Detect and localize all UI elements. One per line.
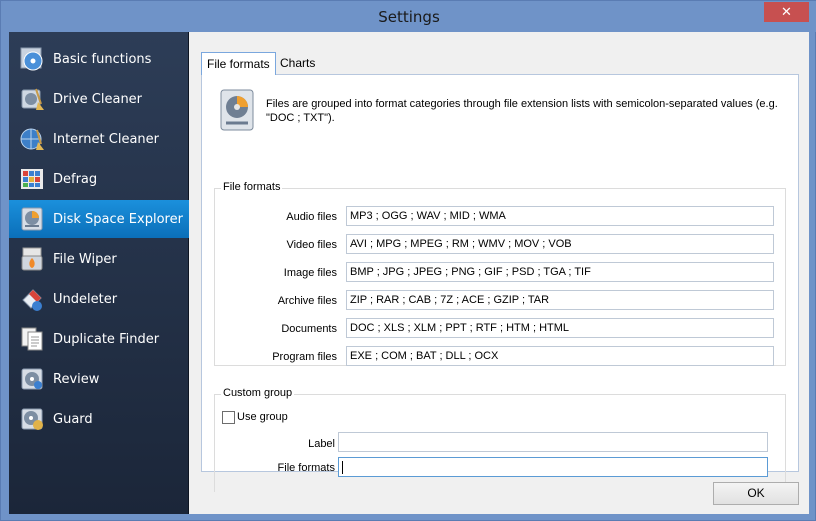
program-files-field[interactable]: EXE ; COM ; BAT ; DLL ; OCX	[346, 346, 774, 366]
sidebar-item-label: File Wiper	[53, 251, 117, 267]
disk-chart-icon	[19, 206, 45, 232]
program-files-label: Program files	[272, 351, 337, 363]
custom-formats-input[interactable]	[338, 457, 768, 477]
ok-button[interactable]: OK	[713, 482, 799, 505]
tab-charts[interactable]: Charts	[275, 52, 320, 74]
settings-window: Settings ✕ Basic functions Drive Cleaner…	[0, 0, 816, 521]
custom-label-input[interactable]	[338, 432, 768, 452]
window-title: Settings	[378, 8, 440, 26]
text-cursor	[342, 460, 343, 474]
sidebar-item-label: Guard	[53, 411, 93, 427]
sidebar-item-internet-cleaner[interactable]: Internet Cleaner	[9, 120, 189, 158]
sidebar-item-review[interactable]: Review	[9, 360, 189, 398]
settings-content: File formats Charts Files are grouped in…	[189, 32, 809, 514]
broom-drive-icon	[19, 86, 45, 112]
label-field-label: Label	[308, 438, 335, 450]
title-bar: Settings ✕	[1, 1, 816, 32]
duplicate-docs-icon	[19, 326, 45, 352]
sidebar-item-guard[interactable]: Guard	[9, 400, 189, 438]
image-files-label: Image files	[283, 267, 337, 279]
use-group-label: Use group	[237, 411, 288, 423]
disc-icon	[19, 46, 45, 72]
documents-field[interactable]: DOC ; XLS ; XLM ; PPT ; RTF ; HTM ; HTML	[346, 318, 774, 338]
file-formats-field-label: File formats	[277, 462, 335, 474]
disk-space-icon	[220, 89, 254, 131]
sidebar-item-label: Undeleter	[53, 291, 118, 307]
sidebar-item-undeleter[interactable]: Undeleter	[9, 280, 189, 318]
sidebar-item-label: Basic functions	[53, 51, 152, 67]
sidebar-item-defrag[interactable]: Defrag	[9, 160, 189, 198]
file-formats-group: File formats Audio files MP3 ; OGG ; WAV…	[214, 181, 786, 366]
sidebar-item-duplicate-finder[interactable]: Duplicate Finder	[9, 320, 189, 358]
file-formats-panel: Files are grouped into format categories…	[201, 74, 799, 492]
eraser-icon	[19, 286, 45, 312]
audio-files-field[interactable]: MP3 ; OGG ; WAV ; MID ; WMA	[346, 206, 774, 226]
group-title: File formats	[221, 181, 283, 193]
tab-file-formats[interactable]: File formats	[201, 52, 276, 75]
archive-files-label: Archive files	[277, 295, 337, 307]
archive-files-field[interactable]: ZIP ; RAR ; CAB ; 7Z ; ACE ; GZIP ; TAR	[346, 290, 774, 310]
sidebar-item-label: Disk Space Explorer	[53, 211, 183, 227]
use-group-checkbox[interactable]	[222, 411, 235, 424]
image-files-field[interactable]: BMP ; JPG ; JPEG ; PNG ; GIF ; PSD ; TGA…	[346, 262, 774, 282]
sidebar-item-label: Duplicate Finder	[53, 331, 160, 347]
group-title: Custom group	[221, 387, 295, 399]
custom-group: Custom group Use group Label File format…	[214, 387, 786, 492]
sidebar-item-basic-functions[interactable]: Basic functions	[9, 40, 189, 78]
sidebar-item-file-wiper[interactable]: File Wiper	[9, 240, 189, 278]
video-files-field[interactable]: AVI ; MPG ; MPEG ; RM ; WMV ; MOV ; VOB	[346, 234, 774, 254]
sidebar: Basic functions Drive Cleaner Internet C…	[9, 32, 189, 514]
guard-disc-icon	[19, 406, 45, 432]
documents-label: Documents	[281, 323, 337, 335]
video-files-label: Video files	[286, 239, 337, 251]
audio-files-label: Audio files	[286, 211, 337, 223]
sidebar-item-label: Drive Cleaner	[53, 91, 143, 107]
review-disc-icon	[19, 366, 45, 392]
info-text: Files are grouped into format categories…	[266, 98, 778, 124]
sidebar-item-label: Review	[53, 371, 100, 387]
sidebar-item-drive-cleaner[interactable]: Drive Cleaner	[9, 80, 189, 118]
sidebar-item-label: Defrag	[53, 171, 98, 187]
sidebar-item-disk-space-explorer[interactable]: Disk Space Explorer	[9, 200, 189, 238]
sidebar-item-label: Internet Cleaner	[53, 131, 159, 147]
globe-broom-icon	[19, 126, 45, 152]
close-button[interactable]: ✕	[764, 2, 809, 22]
shredder-icon	[19, 246, 45, 272]
defrag-blocks-icon	[19, 166, 45, 192]
